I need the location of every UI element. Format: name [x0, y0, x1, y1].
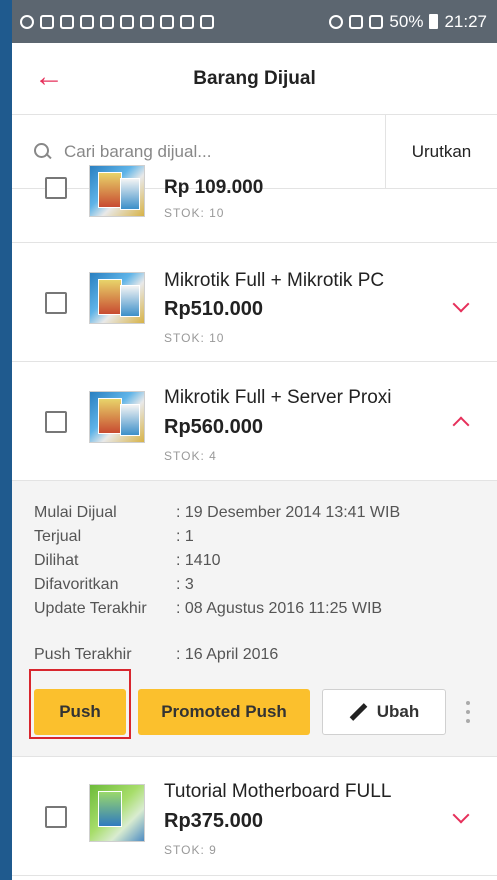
- mail-icon: [180, 14, 194, 29]
- item-stock: STOK: 10: [164, 206, 225, 220]
- chat-icon: [160, 14, 174, 29]
- image-icon: [140, 14, 154, 29]
- item-title: Rp 109.000: [164, 177, 264, 198]
- wifi-icon: [329, 14, 344, 29]
- item-price: Rp560.000: [164, 416, 263, 438]
- item-stock: STOK: 10: [164, 331, 225, 345]
- video-icon: [80, 14, 94, 29]
- detail-label: Dilihat: [34, 552, 79, 569]
- item-checkbox[interactable]: [45, 292, 67, 314]
- sort-button[interactable]: Urutkan: [385, 115, 497, 188]
- list-item[interactable]: [12, 876, 497, 880]
- page-title: Barang Dijual: [193, 67, 316, 89]
- pencil-icon: [349, 703, 367, 721]
- product-image: [89, 272, 145, 324]
- detail-row: Mulai Dijual : 19 Desember 2014 13:41 WI…: [34, 504, 400, 522]
- item-title: Mikrotik Full + Mikrotik PC: [164, 270, 385, 291]
- item-price: Rp510.000: [164, 298, 263, 320]
- product-image: [89, 165, 145, 217]
- product-image: [89, 784, 145, 842]
- play-store-icon: [200, 14, 214, 29]
- highlight-box: [29, 669, 131, 739]
- detail-value: : 1410: [176, 552, 221, 569]
- status-bar: 50% 21:27: [12, 0, 497, 43]
- app-frame: 50% 21:27 ← Barang Dijual Urutkan Rp 109…: [12, 0, 497, 880]
- notification-icons: [20, 14, 329, 29]
- item-checkbox[interactable]: [45, 177, 67, 199]
- signal-icon: [369, 14, 384, 29]
- clock: 21:27: [444, 11, 487, 31]
- promoted-push-button[interactable]: Promoted Push: [138, 689, 310, 735]
- detail-label: Update Terakhir: [34, 600, 147, 617]
- list-item[interactable]: Rp 109.000 STOK: 10: [12, 165, 497, 243]
- download-icon: [100, 14, 114, 29]
- whatsapp-icon: [20, 14, 34, 29]
- item-checkbox[interactable]: [45, 806, 67, 828]
- detail-value: : 1: [176, 528, 194, 545]
- expand-chevron-icon[interactable]: [452, 806, 470, 824]
- detail-value: : 3: [176, 576, 194, 593]
- detail-label: Terjual: [34, 528, 82, 545]
- detail-row: Update Terakhir : 08 Agustus 2016 11:25 …: [34, 600, 382, 618]
- detail-row: Push Terakhir : 16 April 2016: [34, 646, 278, 664]
- detail-label: Push Terakhir: [34, 646, 132, 663]
- edit-button[interactable]: Ubah: [322, 689, 446, 735]
- detail-value: : 19 Desember 2014 13:41 WIB: [176, 504, 401, 521]
- detail-label: Mulai Dijual: [34, 504, 117, 521]
- item-stock: STOK: 9: [164, 843, 217, 857]
- sim-icon: [349, 14, 364, 29]
- item-title: Tutorial Motherboard FULL: [164, 781, 392, 802]
- detail-row: Dilihat : 1410: [34, 552, 220, 570]
- detail-label: Difavoritkan: [34, 576, 119, 593]
- monitor-icon: [60, 14, 74, 29]
- list-item[interactable]: Tutorial Motherboard FULL Rp375.000 STOK…: [12, 757, 497, 876]
- search-input[interactable]: [64, 141, 364, 162]
- item-checkbox[interactable]: [45, 411, 67, 433]
- product-image: [89, 391, 145, 443]
- detail-value: : 08 Agustus 2016 11:25 WIB: [176, 600, 383, 617]
- app-bar: ← Barang Dijual: [12, 43, 497, 115]
- edit-button-label: Ubah: [376, 702, 420, 721]
- more-options-icon[interactable]: [466, 701, 470, 723]
- search-icon: [34, 142, 52, 161]
- detail-value: : 16 April 2016: [176, 646, 279, 663]
- list-item[interactable]: Mikrotik Full + Mikrotik PC Rp510.000 ST…: [12, 243, 497, 362]
- list-item-expanded[interactable]: Mikrotik Full + Server Proxi Rp560.000 S…: [12, 362, 497, 481]
- message-icon: [40, 14, 54, 29]
- detail-row: Terjual : 1: [34, 528, 194, 546]
- item-price: Rp375.000: [164, 810, 263, 832]
- download-icon-2: [120, 14, 134, 29]
- battery-percent: 50%: [389, 11, 424, 31]
- detail-row: Difavoritkan : 3: [34, 576, 194, 594]
- expand-chevron-icon[interactable]: [452, 295, 470, 313]
- item-stock: STOK: 4: [164, 449, 217, 463]
- back-arrow-icon[interactable]: ←: [34, 62, 64, 93]
- system-indicators: 50% 21:27: [329, 12, 487, 32]
- item-title: Mikrotik Full + Server Proxi: [164, 387, 392, 408]
- battery-icon: [429, 14, 439, 29]
- collapse-chevron-icon[interactable]: [452, 416, 470, 434]
